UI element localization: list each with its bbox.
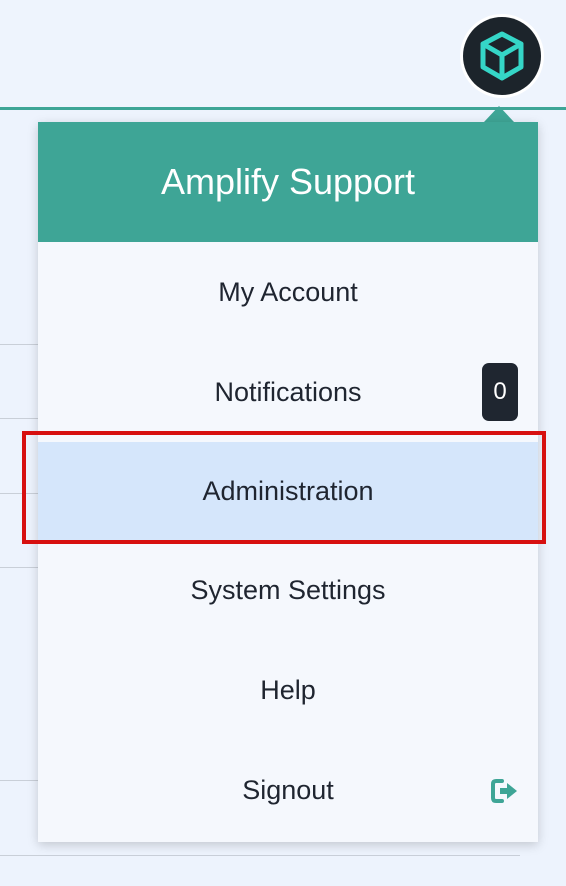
header-divider [0,107,566,110]
signout-icon [491,779,517,803]
background-divider [0,780,42,781]
menu-item-system-settings[interactable]: System Settings [38,540,538,640]
menu-item-label: Help [260,674,316,705]
menu-item-my-account[interactable]: My Account [38,242,538,342]
menu-item-notifications[interactable]: Notifications [38,342,538,442]
menu-item-label: Signout [242,774,334,805]
menu-item-label: Notifications [214,376,362,407]
menu-item-signout[interactable]: Signout [38,740,538,840]
user-avatar-button[interactable] [460,14,544,98]
dropdown-caret [484,106,514,122]
menu-item-label: System Settings [190,574,386,605]
menu-item-label: My Account [218,276,358,307]
highlight-annotation-box [22,431,546,544]
background-divider [0,418,42,419]
menu-title: Amplify Support [38,122,538,242]
background-divider [0,567,42,568]
background-divider [0,344,42,345]
menu-item-help[interactable]: Help [38,640,538,740]
avatar [463,17,541,95]
notifications-count-badge: 0 [482,363,518,421]
cube-icon [480,31,524,81]
background-divider [0,855,520,856]
